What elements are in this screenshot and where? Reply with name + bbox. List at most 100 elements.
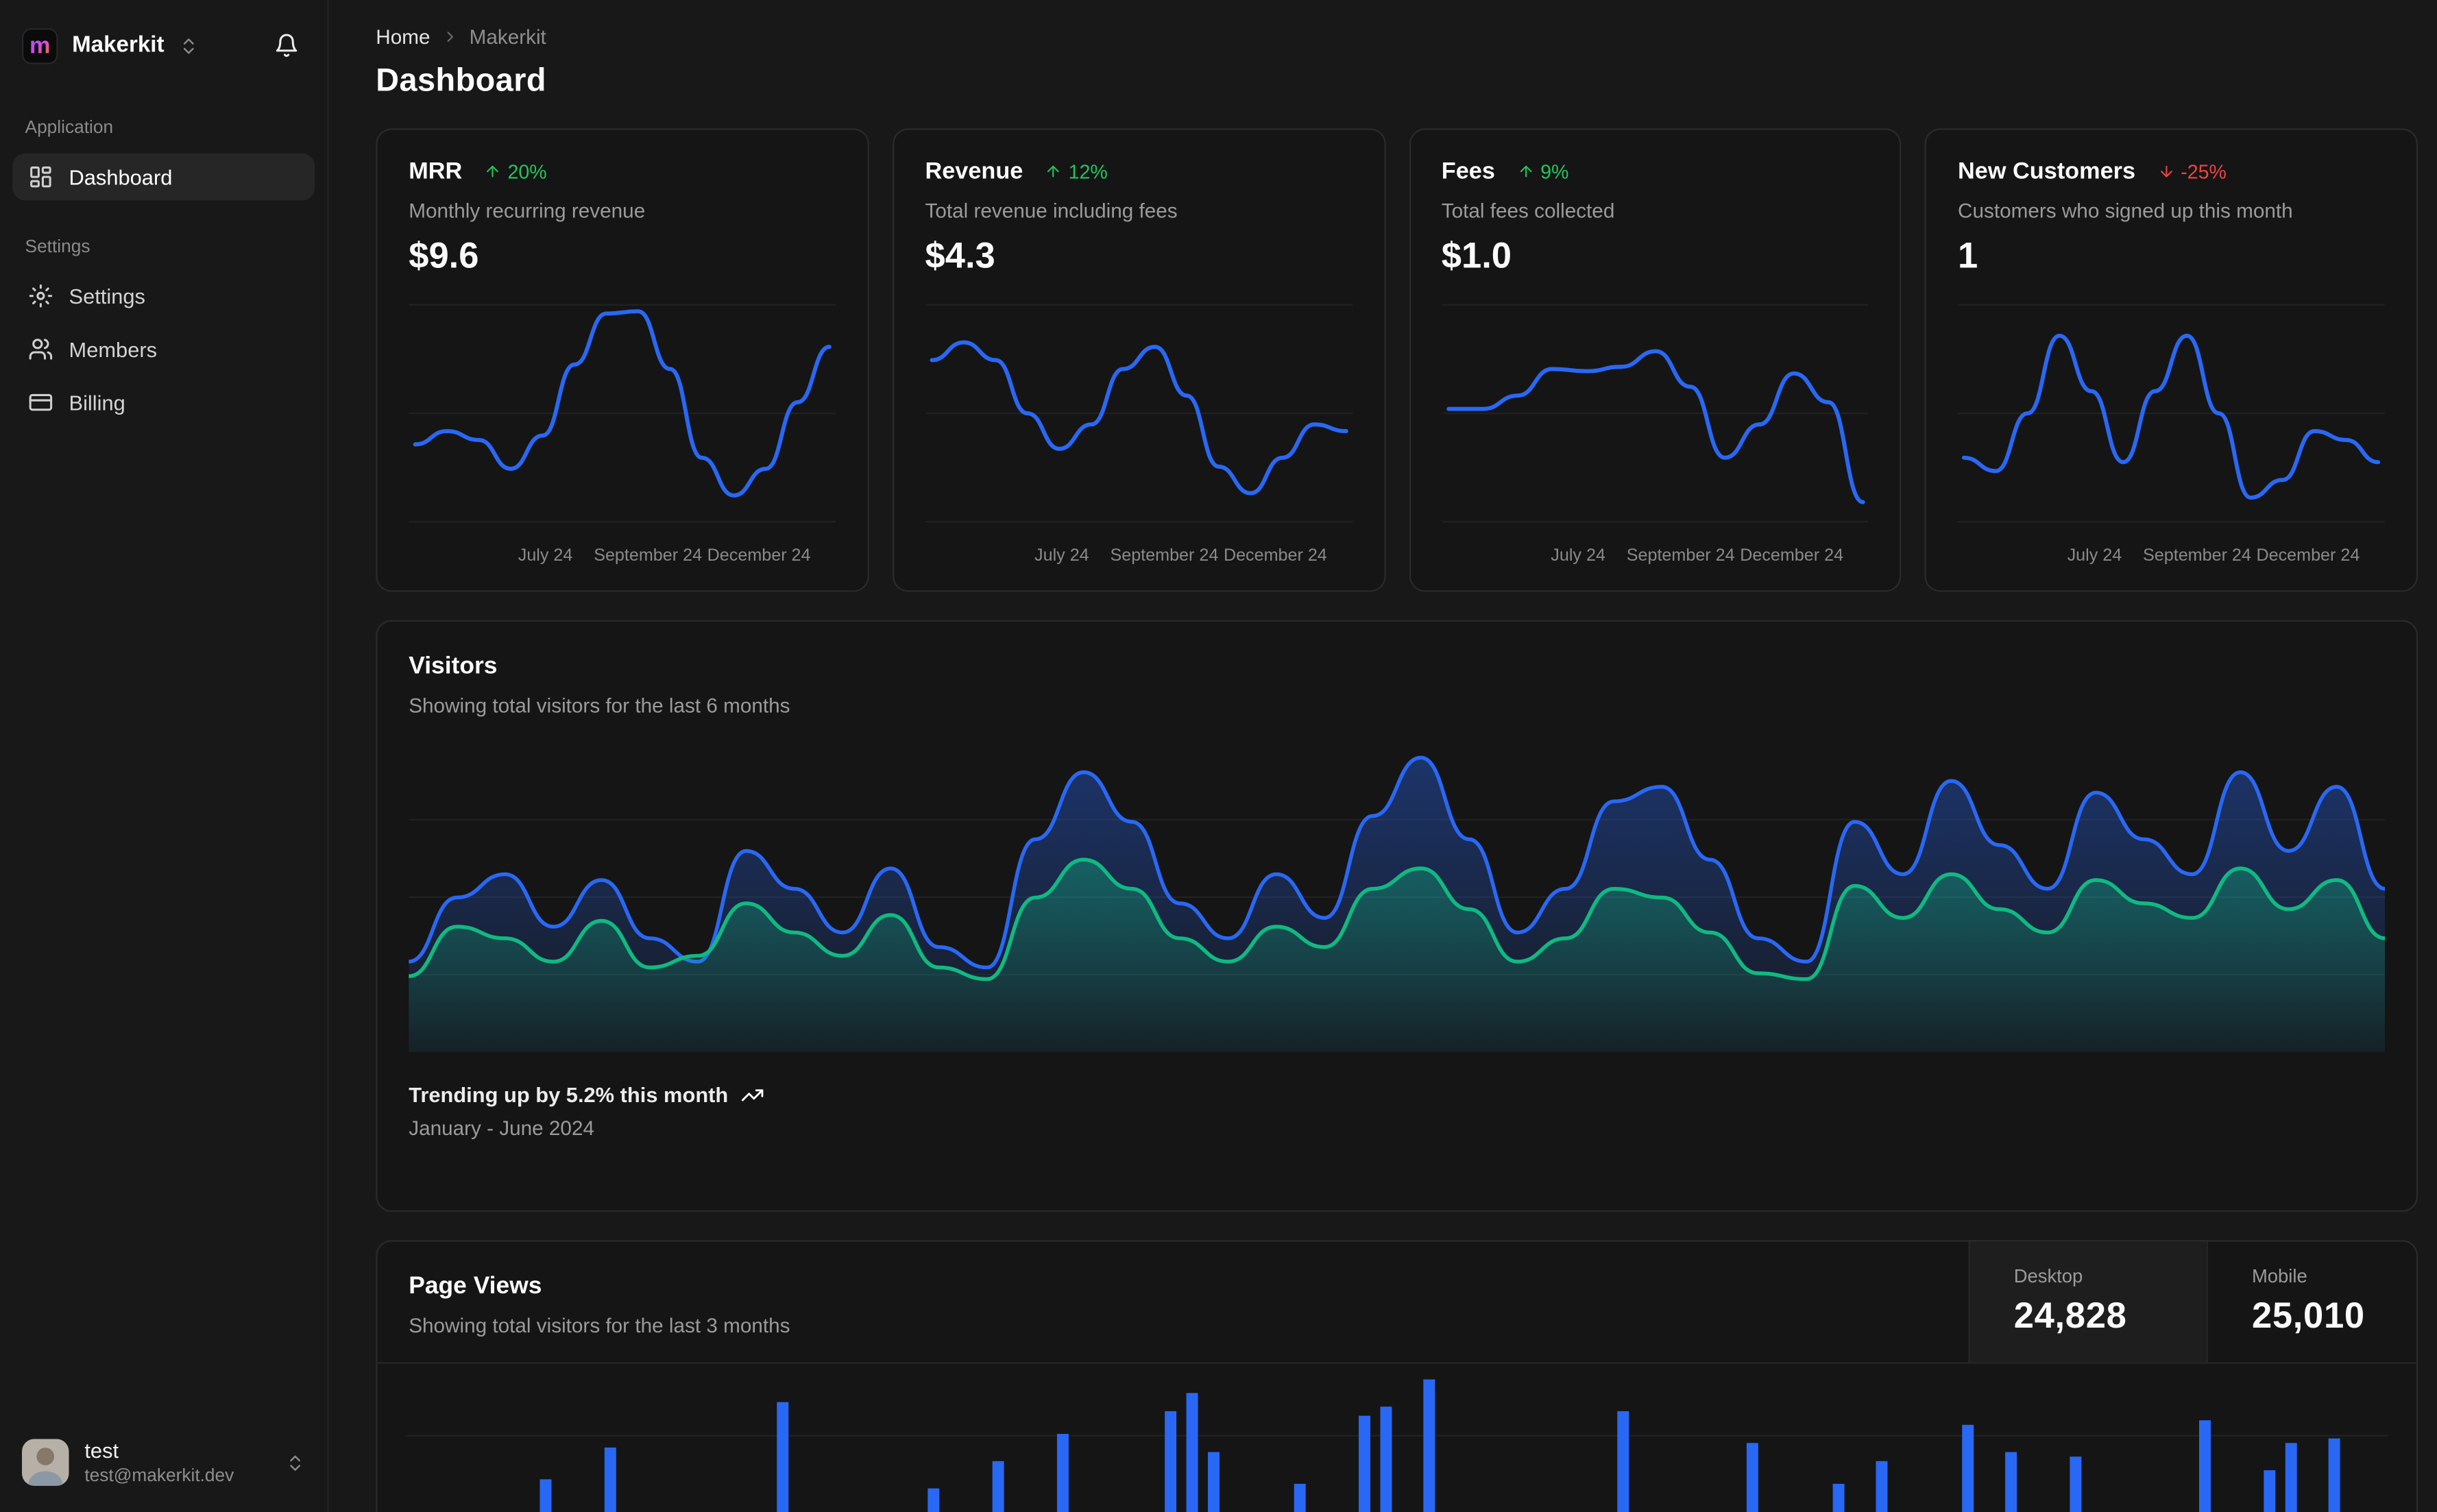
sidebar-item-label: Settings <box>69 284 145 308</box>
stat-head: Revenue 12% <box>925 158 1352 185</box>
chevron-right-icon <box>446 31 453 41</box>
trend-badge: 12% <box>1045 160 1108 183</box>
user-meta: test test@makerkit.dev <box>84 1439 269 1487</box>
x-tick: July 24 <box>2067 546 2122 565</box>
stat-head: New Customers -25% <box>1958 158 2385 185</box>
x-tick: December 24 <box>707 546 811 565</box>
breadcrumb-current: Makerkit <box>469 24 546 48</box>
stat-head: Fees 9% <box>1442 158 1869 185</box>
mobile-value: 25,010 <box>2251 1295 2365 1336</box>
bell-icon <box>276 34 298 57</box>
stat-value: $9.6 <box>409 234 479 276</box>
credit-card-icon <box>29 393 53 411</box>
stat-value: 1 <box>1958 234 1978 276</box>
revenue-sparkline-chart <box>925 293 1352 534</box>
new-customers-sparkline-chart <box>1958 293 2385 534</box>
page-views-header: Page Views Showing total visitors for th… <box>377 1241 2416 1364</box>
notifications-bell-button[interactable] <box>268 27 306 64</box>
trending-text: Trending up by 5.2% this month <box>409 1083 729 1108</box>
sidebar-item-label: Dashboard <box>69 165 173 189</box>
stat-value: $1.0 <box>1441 234 1512 276</box>
x-tick: September 24 <box>1626 546 1735 565</box>
x-axis-ticks: July 24 September 24 December 24 <box>1442 534 1869 572</box>
x-tick: September 24 <box>2143 546 2251 565</box>
x-tick: December 24 <box>1223 546 1327 565</box>
stat-subtitle: Total fees collected <box>1441 199 1615 223</box>
visitors-title: Visitors <box>409 653 498 680</box>
breadcrumb-home-link[interactable]: Home <box>376 24 430 47</box>
user-email: test@makerkit.dev <box>84 1466 234 1486</box>
trend-value: 12% <box>1068 160 1108 183</box>
stat-card-new-customers: New Customers -25% Customers who signed … <box>1925 128 2418 592</box>
arrow-up-icon <box>487 165 499 178</box>
dashboard-icon <box>30 166 51 188</box>
stat-cards-row: MRR 20% Monthly recurring revenue $9.6 J… <box>376 128 2418 592</box>
stat-card-mrr: MRR 20% Monthly recurring revenue $9.6 J… <box>376 128 869 592</box>
page-views-card: Page Views Showing total visitors for th… <box>376 1240 2418 1512</box>
section-label-application: Application <box>25 119 114 138</box>
x-axis-ticks: July 24 September 24 December 24 <box>925 534 1352 572</box>
trend-value: -25% <box>2181 160 2227 183</box>
logo-letter: m <box>29 32 51 59</box>
mobile-toggle-button[interactable]: Mobile 25,010 <box>2206 1241 2416 1363</box>
mrr-sparkline-chart <box>409 293 836 534</box>
visitors-date-range: January - June 2024 <box>409 1116 594 1141</box>
stat-card-fees: Fees 9% Total fees collected $1.0 July 2… <box>1408 128 1902 592</box>
user-menu[interactable]: test test@makerkit.dev <box>12 1429 315 1497</box>
stat-subtitle: Customers who signed up this month <box>1958 199 2293 223</box>
stat-subtitle: Total revenue including fees <box>925 199 1178 223</box>
sidebar-item-billing[interactable]: Billing <box>12 379 315 426</box>
x-tick: September 24 <box>1110 546 1219 565</box>
trend-badge: 20% <box>484 160 547 183</box>
app-window: m Makerkit Application Dashboard Setting… <box>0 0 2437 1512</box>
stat-title: MRR <box>409 158 463 185</box>
sidebar-item-label: Members <box>69 337 158 361</box>
makerkit-logo: m <box>21 27 58 64</box>
desktop-label: Desktop <box>2013 1265 2083 1287</box>
workspace-row: m Makerkit <box>12 16 315 75</box>
gear-icon <box>29 284 53 308</box>
avatar <box>21 1439 69 1487</box>
visitors-card: Visitors Showing total visitors for the … <box>376 620 2418 1212</box>
stat-subtitle: Monthly recurring revenue <box>409 199 646 223</box>
arrow-down-icon <box>2160 165 2172 178</box>
x-axis-ticks: July 24 September 24 December 24 <box>1958 534 2385 572</box>
users-icon <box>29 339 53 360</box>
visitors-footer: Trending up by 5.2% this month <box>409 1084 2385 1107</box>
mobile-label: Mobile <box>2251 1265 2307 1287</box>
x-tick: July 24 <box>1551 546 1605 565</box>
sidebar-item-settings[interactable]: Settings <box>12 272 315 319</box>
visitors-area-chart <box>409 742 2386 1053</box>
x-tick: September 24 <box>594 546 703 565</box>
screenshot-stage: m Makerkit Application Dashboard Setting… <box>0 0 2437 1512</box>
user-name: test <box>84 1438 119 1463</box>
sidebar-item-dashboard[interactable]: Dashboard <box>12 153 315 201</box>
arrow-up-icon <box>1520 165 1531 178</box>
chevrons-up-down-icon <box>290 1455 301 1471</box>
desktop-toggle-button[interactable]: Desktop 24,828 <box>1968 1241 2207 1363</box>
x-tick: July 24 <box>518 546 573 565</box>
stat-title: Fees <box>1441 158 1495 185</box>
sidebar-item-members[interactable]: Members <box>12 326 315 373</box>
page-views-title: Page Views <box>409 1273 542 1300</box>
x-axis-ticks: July 24 September 24 December 24 <box>409 534 836 572</box>
page-views-header-left: Page Views Showing total visitors for th… <box>378 1242 1969 1363</box>
page-views-subtitle: Showing total visitors for the last 3 mo… <box>409 1313 790 1337</box>
x-tick: December 24 <box>2256 546 2360 565</box>
stat-card-revenue: Revenue 12% Total revenue including fees… <box>892 128 1385 592</box>
page-title: Dashboard <box>376 62 546 99</box>
page-views-bar-chart <box>406 1364 2388 1512</box>
sidebar-item-label: Billing <box>69 390 125 415</box>
stat-value: $4.3 <box>925 234 995 276</box>
sidebar: m Makerkit Application Dashboard Setting… <box>0 0 329 1512</box>
fees-sparkline-chart <box>1442 293 1869 534</box>
breadcrumb: Home Makerkit <box>376 22 2418 50</box>
trend-value: 20% <box>507 160 547 183</box>
trend-badge: -25% <box>2157 160 2227 182</box>
trend-badge: 9% <box>1517 160 1568 182</box>
arrow-up-icon <box>1047 165 1060 178</box>
stat-title: Revenue <box>925 158 1023 185</box>
stat-head: MRR 20% <box>409 158 836 185</box>
chevrons-up-down-icon[interactable] <box>178 35 199 56</box>
